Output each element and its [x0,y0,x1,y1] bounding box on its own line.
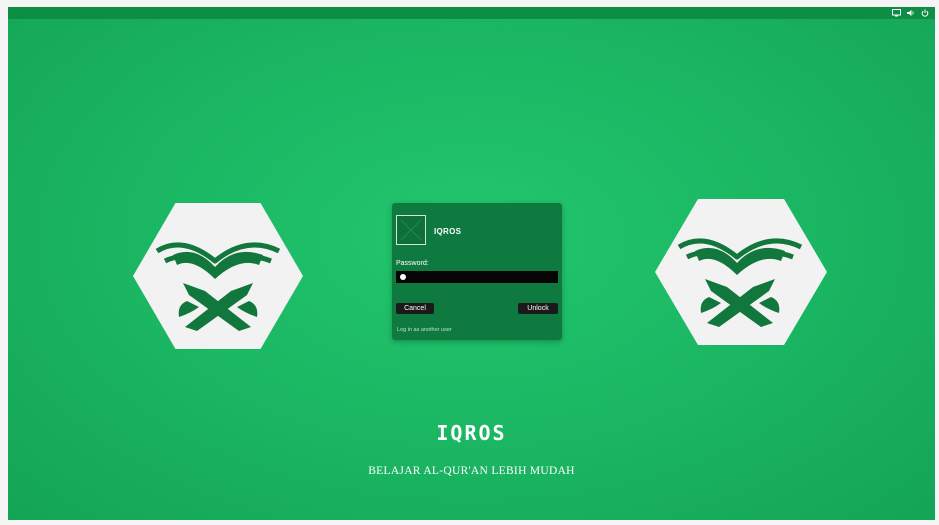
user-avatar [396,215,426,245]
password-label: Password: [396,260,429,267]
unlock-dialog: IQROS Password: Cancel Unlock Log in as … [392,203,562,340]
cancel-button[interactable]: Cancel [396,303,434,314]
unlock-button[interactable]: Unlock [518,303,558,314]
quran-on-rehal-icon [677,238,803,327]
volume-icon[interactable] [907,9,915,17]
desktop-background: IQROS Password: Cancel Unlock Log in as … [8,7,935,520]
brand-title: IQROS [436,421,507,445]
logo-hexagon-right [655,199,827,345]
username-label: IQROS [434,227,462,236]
logo-hexagon-left [133,203,303,349]
switch-user-link[interactable]: Log in as another user [397,327,452,333]
password-field[interactable] [396,271,558,283]
avatar-placeholder-icon [400,219,422,241]
power-icon[interactable] [921,9,929,17]
system-tray [892,8,929,18]
top-panel [8,7,935,19]
monitor-icon[interactable] [892,9,901,17]
password-dot [400,274,406,280]
quran-on-rehal-icon [155,242,281,331]
brand-tagline: BELAJAR AL-QUR'AN LEBIH MUDAH [368,465,575,477]
